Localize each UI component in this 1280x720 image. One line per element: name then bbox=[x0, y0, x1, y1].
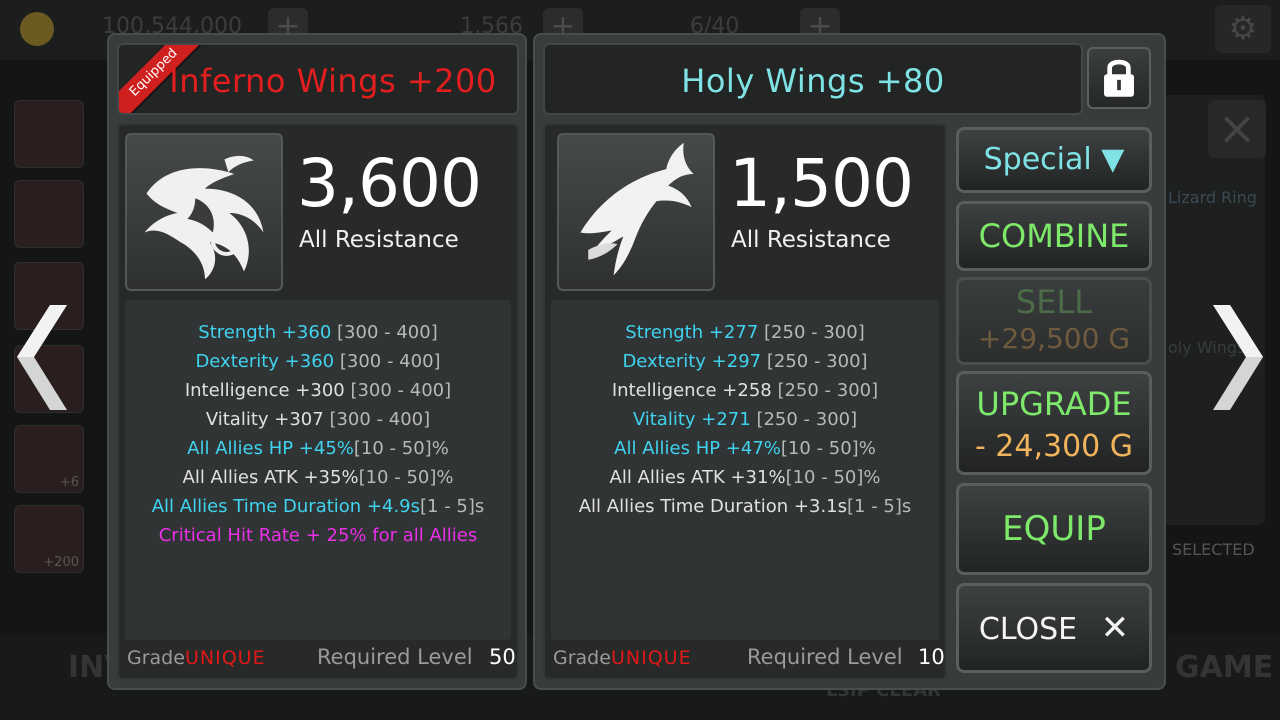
lock-icon bbox=[1104, 59, 1134, 97]
holy-wings-icon bbox=[557, 133, 715, 291]
bg-equip-slot: +6 bbox=[14, 425, 84, 493]
main-stat-label: All Resistance bbox=[731, 227, 891, 253]
main-stat-value: 3,600 bbox=[297, 145, 482, 222]
stat-line: All Allies HP +47%[10 - 50]% bbox=[614, 438, 876, 459]
gold-coin-icon bbox=[20, 12, 54, 46]
equip-button[interactable]: EQUIP bbox=[956, 483, 1152, 575]
bg-equip-slot: +200 bbox=[14, 505, 84, 573]
stat-line: Intelligence +300 [300 - 400] bbox=[184, 380, 452, 401]
required-level-value: 50 bbox=[489, 645, 516, 669]
grade-label: Grade bbox=[553, 647, 611, 669]
stat-line: Dexterity +297 [250 - 300] bbox=[622, 351, 868, 372]
upgrade-button[interactable]: UPGRADE - 24,300 G bbox=[956, 371, 1152, 475]
inferno-wings-icon bbox=[125, 133, 283, 291]
bg-side-label: Lizard Ring bbox=[1168, 188, 1257, 207]
stat-line: All Allies Time Duration +3.1s[1 - 5]s bbox=[578, 496, 912, 517]
upgrade-cost: - 24,300 G bbox=[974, 429, 1134, 464]
sell-price: +29,500 G bbox=[977, 322, 1131, 355]
item-detail-body: 1,500 All Resistance Strength +277 [250 … bbox=[543, 123, 947, 680]
next-item-arrow-icon[interactable] bbox=[1208, 300, 1268, 415]
bg-slot-level: +6 bbox=[59, 475, 79, 490]
grade-value: UNIQUE bbox=[611, 647, 692, 669]
close-button[interactable]: CLOSE ✕ bbox=[956, 583, 1152, 673]
bg-side-label: SELECTED bbox=[1172, 540, 1255, 559]
sell-button[interactable]: SELL +29,500 G bbox=[956, 277, 1152, 365]
stat-line: Strength +360 [300 - 400] bbox=[198, 322, 438, 343]
stats-list: Strength +277 [250 - 300] Dexterity +297… bbox=[551, 300, 939, 640]
lock-button[interactable] bbox=[1087, 47, 1151, 109]
bg-settings-gear-icon: ⚙ bbox=[1215, 5, 1271, 53]
bg-bottom-label: GAME bbox=[1175, 650, 1274, 685]
stat-line: All Allies ATK +31%[10 - 50]% bbox=[609, 467, 881, 488]
item-footer: Grade UNIQUE Required Level 50 bbox=[127, 645, 516, 675]
item-detail-body: 3,600 All Resistance Strength +360 [300 … bbox=[117, 123, 519, 680]
main-stat-label: All Resistance bbox=[299, 227, 459, 253]
stat-line: All Allies Time Duration +4.9s[1 - 5]s bbox=[151, 496, 485, 517]
equipped-item-panel: Equipped Inferno Wings +200 3,600 All Re… bbox=[107, 33, 527, 690]
main-stat-value: 1,500 bbox=[729, 145, 914, 222]
item-title-bar: Holy Wings +80 bbox=[543, 43, 1083, 115]
close-icon: ✕ bbox=[1100, 608, 1130, 648]
close-label: CLOSE bbox=[978, 612, 1078, 647]
grade-value: UNIQUE bbox=[185, 647, 266, 669]
combine-label: COMBINE bbox=[978, 217, 1130, 255]
sell-label: SELL bbox=[1015, 283, 1093, 321]
bg-slot-level: +200 bbox=[43, 555, 79, 570]
required-level-value: 10 bbox=[918, 645, 945, 669]
item-name: Inferno Wings +200 bbox=[169, 62, 497, 100]
bg-equip-slot bbox=[14, 180, 84, 248]
stat-line: All Allies HP +45%[10 - 50]% bbox=[187, 438, 449, 459]
stats-list: Strength +360 [300 - 400] Dexterity +360… bbox=[125, 300, 511, 640]
item-name: Holy Wings +80 bbox=[681, 62, 945, 100]
stat-line: Strength +277 [250 - 300] bbox=[625, 322, 865, 343]
selected-item-panel: Holy Wings +80 1,500 All Resistance Stre… bbox=[533, 33, 1166, 690]
special-dropdown-button[interactable]: Special ▼ bbox=[956, 127, 1152, 193]
stat-line: Critical Hit Rate + 25% for all Allies bbox=[158, 525, 478, 546]
stat-line: Vitality +271 [250 - 300] bbox=[632, 409, 858, 430]
grade-label: Grade bbox=[127, 647, 185, 669]
required-level-label: Required Level bbox=[317, 645, 473, 669]
stat-line: Vitality +307 [300 - 400] bbox=[205, 409, 431, 430]
equip-label: EQUIP bbox=[1002, 509, 1106, 549]
special-label: Special bbox=[983, 142, 1092, 177]
bg-equip-slot bbox=[14, 100, 84, 168]
stat-line: Intelligence +258 [250 - 300] bbox=[611, 380, 879, 401]
previous-item-arrow-icon[interactable] bbox=[12, 300, 72, 415]
stat-line: All Allies ATK +35%[10 - 50]% bbox=[182, 467, 454, 488]
upgrade-label: UPGRADE bbox=[976, 385, 1132, 423]
combine-button[interactable]: COMBINE bbox=[956, 201, 1152, 271]
stat-line: Dexterity +360 [300 - 400] bbox=[195, 351, 441, 372]
bg-close-icon: × bbox=[1208, 100, 1266, 158]
item-title-bar: Equipped Inferno Wings +200 bbox=[117, 43, 519, 115]
item-footer: Grade UNIQUE Required Level 10 bbox=[553, 645, 945, 675]
dropdown-arrow-icon: ▼ bbox=[1101, 142, 1125, 177]
required-level-label: Required Level bbox=[747, 645, 903, 669]
